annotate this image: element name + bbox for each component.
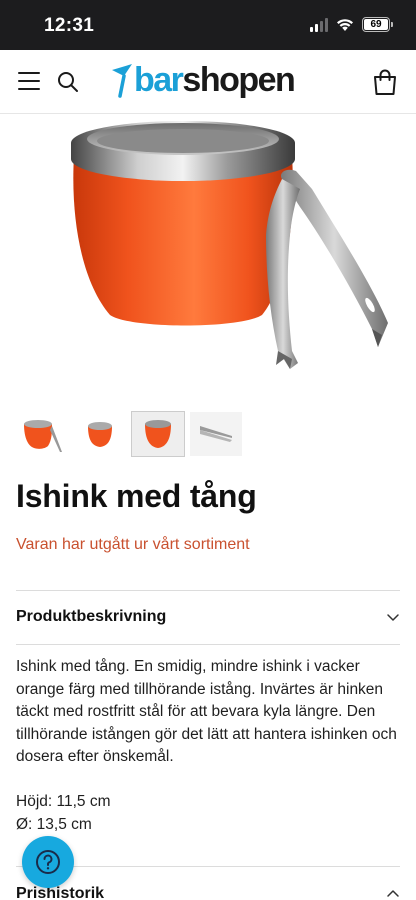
chevron-down-icon [387,614,399,621]
accordion-title-price-history: Prishistorik [16,885,105,900]
status-bar: 12:31 69 [0,0,416,50]
status-icons: 69 [310,17,393,32]
logo-cocktail-icon [112,64,132,98]
status-time: 12:31 [44,15,95,36]
thumbnail-1[interactable] [16,412,68,456]
hamburger-menu-icon[interactable] [18,72,40,90]
logo-text-bar: bar [134,61,184,99]
battery-level: 69 [364,19,388,30]
product-description-text: Ishink med tång. En smidig, mindre ishin… [16,658,397,765]
product-title: Ishink med tång [16,478,257,514]
spec-height: Höjd: 11,5 cm [16,793,111,810]
divider [16,644,400,645]
question-mark-icon [36,850,60,874]
chevron-up-icon [387,890,399,897]
thumbnail-4[interactable] [190,412,242,456]
accordion-product-description[interactable]: Produktbeskrivning [16,597,400,637]
spec-diameter: Ø: 13,5 cm [16,816,92,833]
thumbnail-gallery [16,411,242,457]
availability-status: Varan har utgått ur vårt sortiment [16,536,250,553]
product-main-image[interactable] [0,115,416,395]
signal-icon [310,17,328,32]
thumbnail-2[interactable] [74,412,126,456]
search-icon[interactable] [56,70,80,94]
help-button[interactable] [22,836,74,888]
shopping-bag-icon[interactable] [372,68,398,96]
divider [16,590,400,591]
logo-text-shopen: shopen [182,61,295,99]
accordion-title-description: Produktbeskrivning [16,608,167,625]
wifi-icon [337,18,353,31]
accordion-price-history[interactable]: Prishistorik [16,874,400,900]
site-header: barshopen [0,50,416,114]
battery-icon: 69 [362,17,393,32]
site-logo[interactable]: barshopen [110,60,296,100]
product-specs: Höjd: 11,5 cm Ø: 13,5 cm [16,790,110,836]
thumbnail-3[interactable] [131,411,185,457]
